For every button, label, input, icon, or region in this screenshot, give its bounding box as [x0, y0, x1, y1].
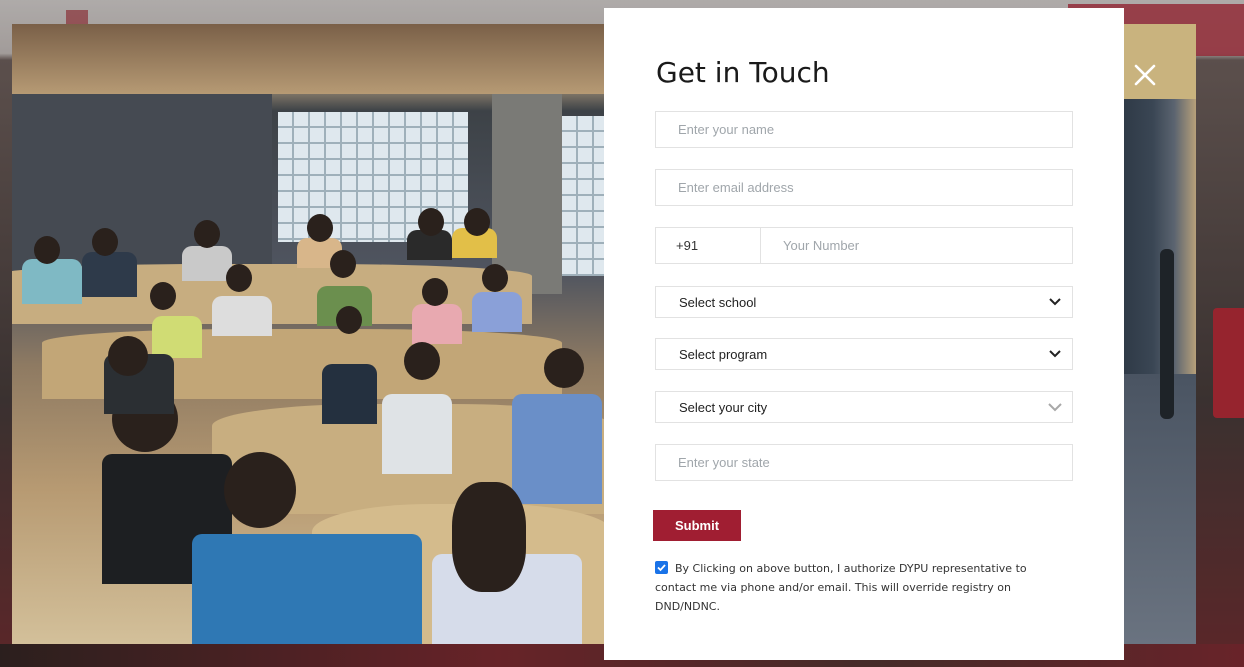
consent-block: By Clicking on above button, I authorize… — [655, 559, 1055, 616]
name-input[interactable] — [676, 121, 1052, 138]
state-input[interactable] — [676, 454, 1052, 471]
classroom-photo — [12, 24, 604, 644]
phone-field[interactable] — [760, 227, 1073, 264]
school-select[interactable]: Select school — [655, 286, 1073, 318]
chevron-down-icon — [1048, 347, 1062, 361]
modal-title: Get in Touch — [656, 56, 830, 89]
phone-input[interactable] — [781, 237, 1052, 254]
chevron-down-icon — [1048, 295, 1062, 309]
country-code-field[interactable]: +91 — [655, 227, 761, 264]
consent-checkbox[interactable] — [655, 561, 668, 574]
school-select-label: Select school — [679, 294, 757, 310]
name-field[interactable] — [655, 111, 1073, 148]
close-icon[interactable] — [1132, 62, 1158, 88]
state-field[interactable] — [655, 444, 1073, 481]
email-field[interactable] — [655, 169, 1073, 206]
email-input[interactable] — [676, 179, 1052, 196]
submit-button[interactable]: Submit — [653, 510, 741, 541]
contact-modal: Get in Touch +91 Select school Select pr… — [604, 8, 1124, 660]
program-select-label: Select program — [679, 346, 768, 362]
chevron-down-icon — [1048, 400, 1062, 414]
program-select[interactable]: Select program — [655, 338, 1073, 370]
hallway-photo — [1124, 24, 1196, 644]
consent-text: By Clicking on above button, I authorize… — [655, 562, 1027, 613]
city-select[interactable]: Select your city — [655, 391, 1073, 423]
city-select-label: Select your city — [679, 399, 768, 415]
